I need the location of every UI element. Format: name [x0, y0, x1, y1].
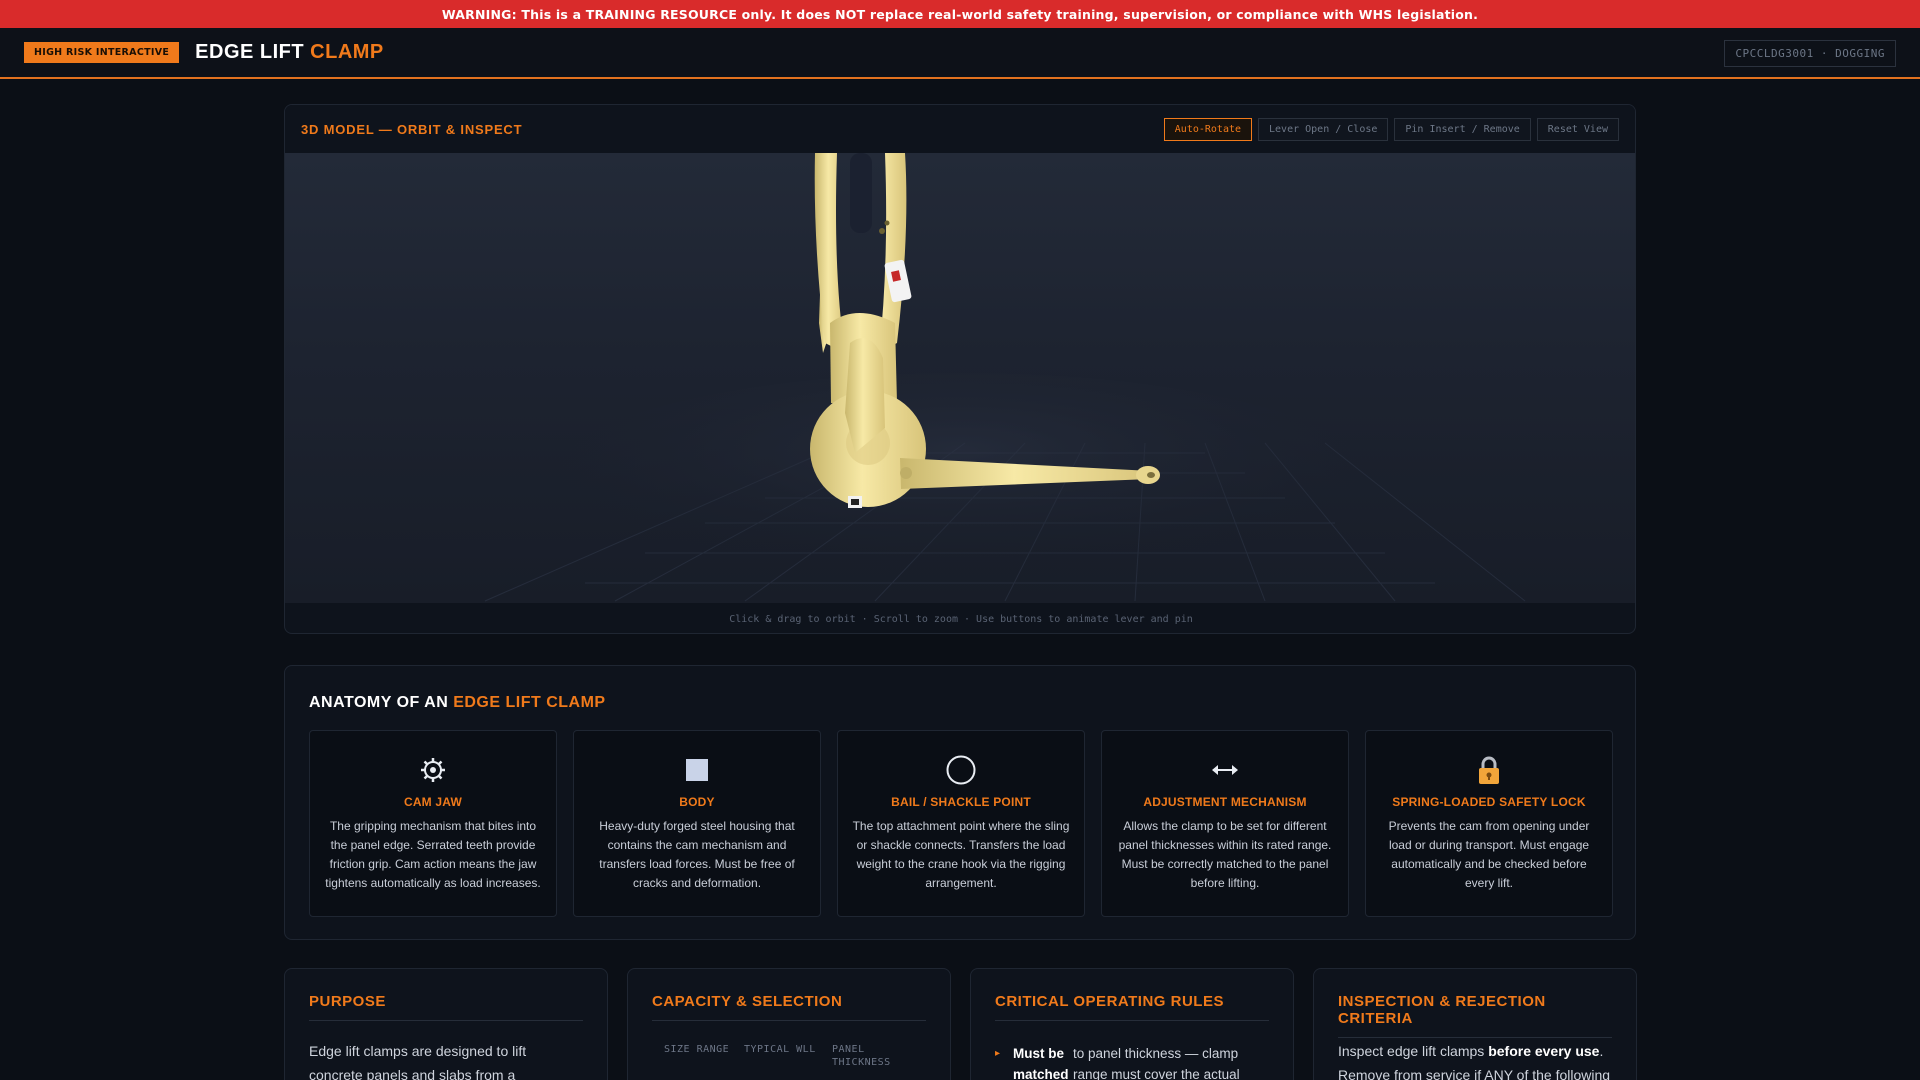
- list-item: ▸ Must be matched to panel thickness — c…: [995, 1043, 1269, 1080]
- page-title-accent: CLAMP: [310, 41, 384, 63]
- pin-toggle-button[interactable]: Pin Insert / Remove: [1394, 117, 1531, 141]
- purpose-panel: PURPOSE Edge lift clamps are designed to…: [284, 968, 608, 1080]
- viewer-title: 3D MODEL — ORBIT & INSPECT: [301, 121, 523, 137]
- page-title-main: EDGE LIFT: [195, 41, 305, 63]
- capacity-title: CAPACITY & SELECTION: [652, 993, 926, 1021]
- anatomy-title-accent: EDGE LIFT CLAMP: [453, 694, 606, 711]
- card-body: BODY Heavy-duty forged steel housing tha…: [573, 730, 821, 917]
- anatomy-title-main: ANATOMY OF AN: [309, 694, 449, 711]
- inspection-title: INSPECTION & REJECTION CRITERIA: [1338, 993, 1612, 1038]
- card-text: The top attachment point where the sling…: [852, 819, 1070, 890]
- inspection-text: Inspect edge lift clamps before every us…: [1338, 1039, 1612, 1080]
- purpose-title: PURPOSE: [309, 993, 583, 1021]
- card-bail-shackle: BAIL / SHACKLE POINT The top attachment …: [837, 730, 1085, 917]
- inspection-panel: INSPECTION & REJECTION CRITERIA Inspect …: [1313, 968, 1637, 1080]
- card-text: The gripping mechanism that bites into t…: [325, 819, 541, 890]
- bullet-arrow-icon: ▸: [995, 1048, 1001, 1059]
- card-title: SPRING-LOADED SAFETY LOCK: [1392, 795, 1586, 809]
- anatomy-title: ANATOMY OF AN EDGE LIFT CLAMP: [309, 694, 606, 712]
- inspection-text-pre: Inspect edge lift clamps: [1338, 1043, 1489, 1059]
- rule-emphasis: Must be matched: [1013, 1046, 1069, 1080]
- anatomy-cards: CAM JAW The gripping mechanism that bite…: [309, 730, 1613, 917]
- column-header-wll: TYPICAL WLL: [744, 1044, 816, 1055]
- viewer-hint: Click & drag to orbit · Scroll to zoom ·…: [729, 613, 1193, 625]
- square-icon: [588, 751, 806, 789]
- purpose-text: Edge lift clamps are designed to lift co…: [309, 1043, 527, 1080]
- column-header-size: SIZE RANGE: [664, 1044, 730, 1055]
- card-text: Prevents the cam from opening under load…: [1388, 819, 1590, 890]
- gear-icon: [324, 751, 542, 789]
- column-header-thickness: PANEL THICKNESS: [832, 1044, 891, 1068]
- clamp-model-render: [484, 153, 1526, 602]
- card-text: Heavy-duty forged steel housing that con…: [599, 819, 795, 890]
- card-adjustment: ADJUSTMENT MECHANISM Allows the clamp to…: [1101, 730, 1349, 917]
- card-title: BAIL / SHACKLE POINT: [891, 795, 1031, 809]
- card-title: ADJUSTMENT MECHANISM: [1143, 795, 1307, 809]
- card-safety-lock: SPRING-LOADED SAFETY LOCK Prevents the c…: [1365, 730, 1613, 917]
- page-title: EDGE LIFT CLAMP: [195, 41, 384, 64]
- card-cam-jaw: CAM JAW The gripping mechanism that bite…: [309, 730, 557, 917]
- lever-toggle-button[interactable]: Lever Open / Close: [1258, 117, 1389, 141]
- capacity-panel: CAPACITY & SELECTION SIZE RANGE TYPICAL …: [627, 968, 951, 1080]
- card-text: Allows the clamp to be set for different…: [1118, 819, 1332, 890]
- high-risk-badge: HIGH RISK INTERACTIVE: [24, 42, 180, 63]
- 3d-canvas[interactable]: [285, 153, 1635, 603]
- card-title: CAM JAW: [403, 795, 463, 809]
- auto-rotate-button[interactable]: Auto-Rotate: [1163, 117, 1253, 141]
- lock-icon: [1380, 751, 1598, 789]
- top-bar: HIGH RISK INTERACTIVE EDGE LIFT CLAMP CP…: [0, 28, 1920, 79]
- model-viewer-panel: 3D MODEL — ORBIT & INSPECT Auto-Rotate L…: [284, 104, 1636, 634]
- anatomy-section: ANATOMY OF AN EDGE LIFT CLAMP CAM JAW Th…: [284, 665, 1636, 940]
- double-arrow-icon: [1116, 751, 1334, 789]
- capacity-table-header: SIZE RANGE TYPICAL WLL PANEL THICKNESS: [664, 1043, 922, 1069]
- inspection-text-strong: before every use: [1488, 1043, 1600, 1059]
- reset-view-button[interactable]: Reset View: [1536, 117, 1619, 141]
- rules-panel: CRITICAL OPERATING RULES ▸ Must be match…: [970, 968, 1294, 1080]
- warning-banner: WARNING: This is a TRAINING RESOURCE onl…: [0, 0, 1920, 28]
- circle-icon: [852, 751, 1070, 789]
- viewer-header: 3D MODEL — ORBIT & INSPECT Auto-Rotate L…: [285, 105, 1635, 153]
- course-code-badge: CPCCLDG3001 · DOGGING: [1724, 40, 1896, 67]
- card-title: BODY: [679, 795, 715, 809]
- rule-text: to panel thickness — clamp range must co…: [1073, 1046, 1240, 1080]
- rules-title: CRITICAL OPERATING RULES: [995, 993, 1269, 1021]
- viewer-controls: Auto-Rotate Lever Open / Close Pin Inser…: [1163, 117, 1619, 141]
